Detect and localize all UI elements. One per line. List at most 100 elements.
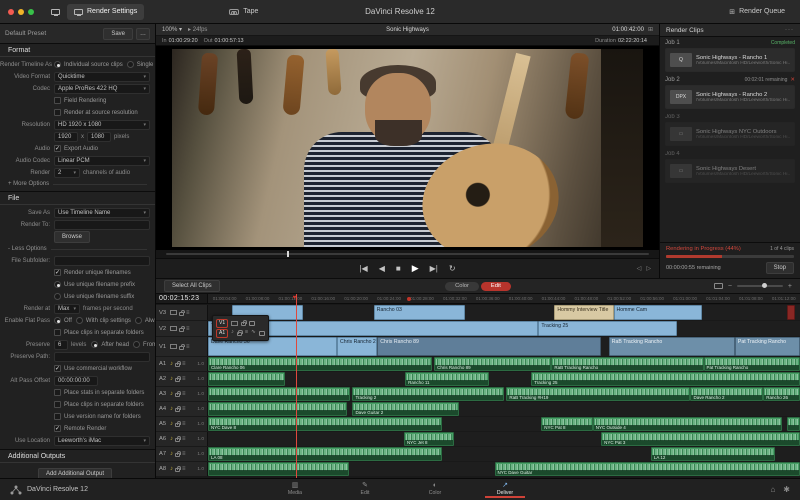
clip-pat-tracking-rancho[interactable]: Pat Tracking Rancho — [735, 337, 800, 356]
save-preset-button[interactable]: Save — [103, 28, 133, 40]
clip-nyc-pat-8[interactable]: NYC Pat 8 — [541, 417, 593, 431]
clip-unnamed[interactable] — [208, 387, 350, 401]
track-header-a8[interactable]: A8♪≡1.0 — [156, 462, 208, 476]
resolution-height-field[interactable]: 1080 — [87, 132, 111, 142]
timeline-zoom-slider[interactable] — [737, 285, 783, 287]
add-additional-output-button[interactable]: Add Additional Output — [38, 468, 112, 479]
clip-chris-rancho-26[interactable]: Chris Rancho 26 — [337, 337, 377, 356]
stop-button[interactable]: ■ — [396, 265, 401, 273]
stats-separate-folders-checkbox[interactable]: Place stats in separate folders — [54, 389, 144, 396]
track-header-v3[interactable]: V3≡ — [156, 305, 208, 320]
track-header-a5[interactable]: A5♪≡1.0 — [156, 417, 208, 431]
flat-pass-clip-radio[interactable]: With clip settings — [76, 317, 131, 324]
single-clip-radio[interactable]: Single clip — [127, 61, 156, 68]
stop-render-button[interactable]: Stop — [766, 262, 794, 274]
track-header-a7[interactable]: A7♪≡1.0 — [156, 447, 208, 461]
tab-media[interactable]: ▥Media — [275, 481, 315, 498]
clip-la-08[interactable]: LA 08 — [208, 447, 442, 461]
clip-rancho-26[interactable]: Rancho 26 — [763, 387, 800, 401]
clip-rab-tracking-rancho[interactable]: RaB Tracking Rancho — [609, 337, 735, 356]
clip-rancho-11[interactable]: Rancho 11 — [405, 372, 488, 386]
unique-prefix-radio[interactable]: Use unique filename prefix — [54, 281, 135, 288]
clip-unnamed[interactable] — [208, 372, 285, 386]
version-name-folders-checkbox[interactable]: Use version name for folders — [54, 413, 141, 420]
clip-unnamed[interactable] — [208, 402, 347, 416]
step-forward-button[interactable]: ▶| — [430, 265, 438, 273]
step-back-button[interactable]: ◀ — [379, 265, 385, 273]
v1-destination-chip[interactable]: V1 — [216, 319, 228, 328]
track-header-a2[interactable]: A2♪≡1.0 — [156, 372, 208, 386]
clip-unnamed[interactable] — [787, 417, 800, 431]
zoom-in-icon[interactable]: + — [788, 283, 792, 290]
scrub-track[interactable] — [166, 253, 649, 255]
viewer-options-icon[interactable]: ⊞ — [648, 26, 653, 33]
minimize-window-icon[interactable] — [18, 9, 24, 15]
unique-suffix-radio[interactable]: Use unique filename suffix — [54, 293, 134, 300]
clip-view-icon[interactable] — [714, 283, 723, 289]
job-card[interactable]: QSonic Highways - Rancho 1/Volumes/Macin… — [665, 48, 795, 72]
enable-track-icon[interactable] — [249, 321, 255, 326]
color-mode-button[interactable]: Color — [445, 282, 479, 291]
project-home-icon[interactable]: ⌂ — [770, 485, 775, 494]
viewer-scrub-bar[interactable] — [156, 250, 659, 258]
flat-pass-off-radio[interactable]: Off — [54, 317, 72, 324]
source-resolution-checkbox[interactable]: Render at source resolution — [54, 109, 138, 116]
track-header-a6[interactable]: A6♪≡1.0 — [156, 432, 208, 446]
field-rendering-checkbox[interactable]: Field Rendering — [54, 97, 106, 104]
tab-edit[interactable]: ✎Edit — [345, 481, 385, 498]
viewer-video[interactable] — [156, 46, 659, 250]
ruler-marker[interactable] — [407, 297, 411, 301]
clip-nyc-dave-guitar[interactable]: NYC Dave Guitar — [495, 462, 800, 476]
render-to-field[interactable] — [54, 220, 150, 230]
track-header-v2[interactable]: V2≡ — [156, 321, 208, 336]
play-button[interactable]: ▶ — [412, 264, 419, 273]
zoom-window-icon[interactable] — [28, 9, 34, 15]
use-location-select[interactable]: Leeworth's iMac▾ — [54, 436, 150, 446]
clip-clare-rancho-06[interactable]: Clare Rancho 06 — [208, 357, 432, 371]
clip-la-12[interactable]: LA 12 — [651, 447, 775, 461]
preserve-levels-field[interactable]: 6 — [54, 340, 68, 350]
panel-toggle-button[interactable] — [44, 4, 67, 20]
channels-select[interactable]: 2▾ — [54, 168, 80, 178]
playhead[interactable] — [296, 294, 297, 478]
select-all-clips-button[interactable]: Select All Clips — [164, 280, 220, 292]
close-window-icon[interactable] — [8, 9, 14, 15]
clip-dave-rancho-2[interactable]: Dave Rancho 2 — [690, 387, 763, 401]
clip-rab-tracking-h19[interactable]: RaB Tracking #H19 — [506, 387, 690, 401]
export-audio-checkbox[interactable]: Export Audio — [54, 145, 98, 152]
unique-filenames-checkbox[interactable]: Render unique filenames — [54, 269, 131, 276]
job-card[interactable]: DPXSonic Highways - Rancho 2/Volumes/Mac… — [665, 85, 795, 109]
close-icon[interactable]: ✕ — [790, 77, 795, 83]
mark-out-icon[interactable]: ▷ — [646, 265, 651, 272]
panel-menu-icon[interactable]: ··· — [785, 27, 794, 33]
alt-pass-offset-field[interactable]: 00:00:00:00 — [54, 376, 98, 386]
from-tail-radio[interactable]: From tail — [133, 341, 156, 348]
track-header-v1[interactable]: V1≡ — [156, 337, 208, 356]
a1-destination-chip[interactable]: A1 — [216, 329, 228, 338]
jump-to-start-button[interactable]: |◀ — [359, 265, 367, 273]
track-header-a4[interactable]: A4♪≡1.0 — [156, 402, 208, 416]
less-options-toggle[interactable]: - Less Options — [0, 244, 155, 254]
clip-pat-tracking-rancho[interactable]: Pat Tracking Rancho — [704, 357, 800, 371]
codec-select[interactable]: Apple ProRes 422 HQ▾ — [54, 84, 150, 94]
clip-homme-cam[interactable]: Homme Cam — [614, 305, 703, 320]
clip-tracking-2[interactable]: Tracking 2 — [352, 387, 504, 401]
edit-mode-button[interactable]: Edit — [481, 282, 511, 291]
tab-deliver[interactable]: ↗Deliver — [485, 481, 525, 498]
track-header-a3[interactable]: A3♪≡1.0 — [156, 387, 208, 401]
resolution-select[interactable]: HD 1920 x 1080▾ — [54, 120, 150, 130]
preset-menu-button[interactable]: … — [136, 28, 150, 40]
clip-chris-rancho-89[interactable]: Chris Rancho 89 — [434, 357, 551, 371]
render-at-select[interactable]: Max▾ — [54, 304, 80, 314]
track-header-a1[interactable]: A1♪≡1.0 — [156, 357, 208, 371]
viewer-zoom-select[interactable]: 100% ▾ — [162, 26, 182, 33]
browse-button[interactable]: Browse — [54, 231, 90, 243]
enable-track-icon[interactable] — [259, 331, 265, 336]
flat-pass-always-radio[interactable]: Always on — [135, 317, 156, 324]
render-queue-button[interactable]: ⊞ Render Queue — [722, 4, 792, 20]
more-options-toggle[interactable]: + More Options — [0, 179, 155, 189]
timeline-ruler[interactable]: 00:02:15:23 01:00:04:0001:00:08:0001:00:… — [156, 294, 800, 304]
clip-hommy-interview-title[interactable]: Hommy Interview Title — [554, 305, 613, 320]
individual-clips-radio[interactable]: Individual source clips — [54, 61, 123, 68]
clip-dave-guitar-2[interactable]: Dave Guitar 2 — [352, 402, 459, 416]
